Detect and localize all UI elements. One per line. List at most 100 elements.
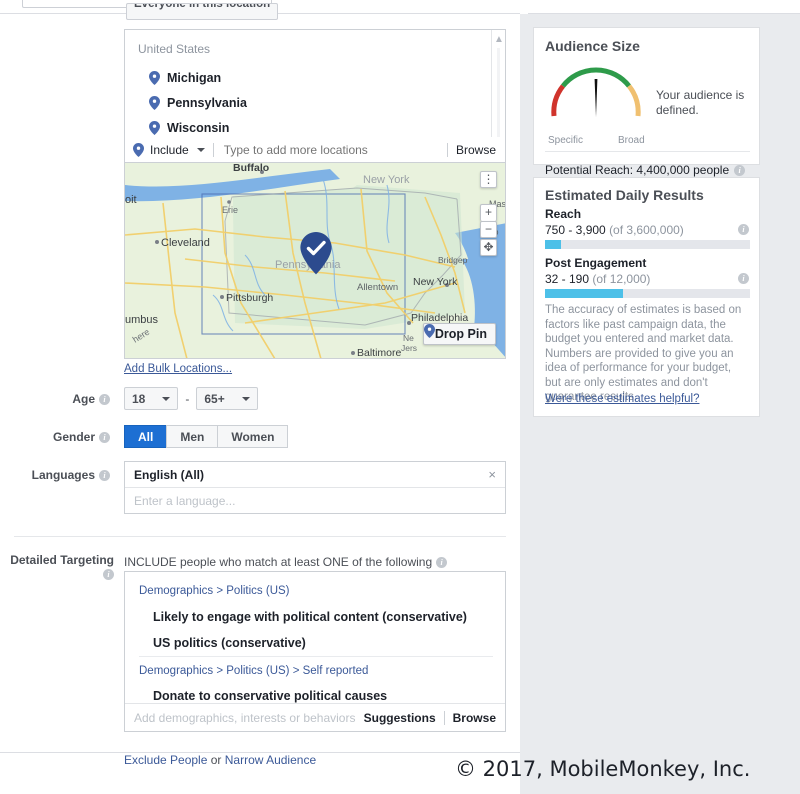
age-min-select[interactable]: 18 <box>124 387 179 410</box>
potential-reach-text: Potential Reach: 4,400,000 people <box>545 163 730 177</box>
age-min-value: 18 <box>132 391 146 406</box>
age-label: Age <box>72 392 95 406</box>
metric-total: (of 3,600,000) <box>609 223 684 237</box>
gender-option-all[interactable]: All <box>124 425 167 448</box>
info-icon[interactable]: i <box>738 224 749 235</box>
detailed-targeting-box: Demographics > Politics (US) Likely to e… <box>124 571 506 732</box>
gender-label-wrap: Gender i <box>10 430 110 444</box>
audience-size-card: Audience Size Specific Broad Your audien… <box>533 27 760 177</box>
section-divider <box>14 536 506 537</box>
targeting-item[interactable]: Likely to engage with political content … <box>153 610 467 624</box>
targeting-group-path[interactable]: Demographics > Politics (US) <box>139 585 290 597</box>
detailed-targeting-footer: Add demographics, interests or behaviors… <box>125 703 505 731</box>
gauge-low-label: Specific <box>548 135 584 146</box>
metric-range: 750 - 3,900 <box>545 223 606 237</box>
svg-text:Allentown: Allentown <box>357 282 398 293</box>
location-item-wisconsin[interactable]: Wisconsin <box>149 121 229 135</box>
drop-pin-label: Drop Pin <box>434 327 487 341</box>
add-location-input[interactable] <box>221 141 439 158</box>
location-item-label: Wisconsin <box>167 121 230 135</box>
facebook-ads-audience-editor: Everyone in this location United States … <box>0 0 800 794</box>
audience-size-title: Audience Size <box>545 38 640 54</box>
chevron-down-icon <box>241 396 250 401</box>
svg-text:umbus: umbus <box>125 314 159 326</box>
estimated-results-title: Estimated Daily Results <box>545 187 704 203</box>
divider <box>212 142 214 157</box>
detailed-targeting-label: Detailed Targeting <box>10 553 114 567</box>
narrow-audience-link[interactable]: Narrow Audience <box>225 753 316 767</box>
exclude-narrow-row: Exclude People or Narrow Audience <box>124 753 316 767</box>
svg-text:Erie: Erie <box>222 205 238 215</box>
add-bulk-locations-link[interactable]: Add Bulk Locations... <box>124 363 232 375</box>
map-zoom-in-button[interactable]: + <box>480 204 497 221</box>
map-fullscreen-button[interactable]: ✥ <box>480 239 497 256</box>
location-item-pennsylvania[interactable]: Pennsylvania <box>149 96 247 110</box>
age-label-wrap: Age i <box>10 392 110 406</box>
drop-pin-button[interactable]: Drop Pin <box>422 323 496 345</box>
location-pin-icon <box>149 71 160 85</box>
info-icon[interactable]: i <box>738 273 749 284</box>
info-icon[interactable]: i <box>436 557 448 568</box>
gender-segmented-control: All Men Women <box>124 425 289 448</box>
metric-name-post-engagement: Post Engagement <box>545 256 647 270</box>
exclude-people-link[interactable]: Exclude People <box>124 753 207 767</box>
location-item-michigan[interactable]: Michigan <box>149 71 221 85</box>
detailed-targeting-input[interactable]: Add demographics, interests or behaviors <box>134 711 364 725</box>
age-max-select[interactable]: 65+ <box>196 387 258 410</box>
info-icon[interactable]: i <box>99 432 110 443</box>
gender-label: Gender <box>52 430 95 444</box>
svg-text:oit: oit <box>125 194 137 206</box>
metric-range: 32 - 190 <box>545 272 590 286</box>
location-pin-icon <box>149 96 160 110</box>
targeting-group-path[interactable]: Demographics > Politics (US) > Self repo… <box>139 665 368 677</box>
language-token-label: English (All) <box>134 467 204 482</box>
info-icon[interactable]: i <box>734 164 746 176</box>
languages-label: Languages <box>31 468 95 482</box>
metric-values-reach: 750 - 3,900 (of 3,600,000) <box>545 223 684 237</box>
location-pin-icon <box>149 121 160 135</box>
targeting-item[interactable]: Donate to conservative political causes <box>153 689 387 703</box>
top-divider-right <box>528 13 800 14</box>
svg-text:Cleveland: Cleveland <box>161 237 210 249</box>
divider <box>446 142 448 157</box>
map-zoom-out-button[interactable]: − <box>480 221 497 238</box>
estimated-daily-results-card: Estimated Daily Results Reach 750 - 3,90… <box>533 177 760 417</box>
audience-status-message: Your audience is defined. <box>656 88 745 117</box>
map-pan-button[interactable]: ⋮ <box>480 171 497 188</box>
gender-option-women[interactable]: Women <box>217 425 289 448</box>
chevron-down-icon[interactable] <box>196 147 205 152</box>
detailed-targeting-heading: INCLUDE people who match at least ONE of… <box>124 555 433 569</box>
or-label: or <box>207 753 225 767</box>
estimates-disclaimer: The accuracy of estimates is based on fa… <box>545 304 742 403</box>
browse-targeting-button[interactable]: Browse <box>453 711 496 725</box>
svg-text:Jers: Jers <box>401 343 417 353</box>
targeting-item[interactable]: US politics (conservative) <box>153 636 306 650</box>
divider <box>545 151 750 152</box>
location-audience-type-label: Everyone in this location <box>134 3 271 10</box>
svg-text:New York: New York <box>413 276 458 288</box>
close-icon[interactable]: × <box>488 467 496 482</box>
detailed-targeting-label-wrap: Detailed Targeting i <box>10 553 114 581</box>
location-audience-type-dropdown[interactable]: Everyone in this location <box>126 3 278 20</box>
top-strip <box>0 0 800 14</box>
age-range-controls: 18 - 65+ <box>124 387 258 410</box>
svg-text:Bridgep: Bridgep <box>438 255 468 265</box>
languages-box: English (All) × Enter a language... <box>124 461 506 514</box>
chevron-up-icon[interactable]: ▲ <box>492 33 506 47</box>
gender-option-men[interactable]: Men <box>166 425 218 448</box>
svg-text:Ne: Ne <box>403 333 414 343</box>
language-input[interactable]: Enter a language... <box>125 488 505 514</box>
location-map[interactable]: Buffalo New York Erie Cleveland oit Penn… <box>124 163 506 359</box>
info-icon[interactable]: i <box>99 394 110 405</box>
estimates-feedback-link[interactable]: Were these estimates helpful? <box>545 393 699 405</box>
age-max-value: 65+ <box>204 391 225 406</box>
include-mode-label: Include <box>150 142 189 157</box>
map-zoom-controls: + − <box>480 204 497 238</box>
svg-text:Pittsburgh: Pittsburgh <box>226 292 273 304</box>
info-icon[interactable]: i <box>99 470 110 481</box>
suggestions-button[interactable]: Suggestions <box>364 711 436 725</box>
browse-locations-button[interactable]: Browse <box>456 143 505 157</box>
info-icon[interactable]: i <box>103 569 114 580</box>
age-range-separator: - <box>185 391 190 406</box>
scrollbar-track[interactable] <box>497 48 500 143</box>
